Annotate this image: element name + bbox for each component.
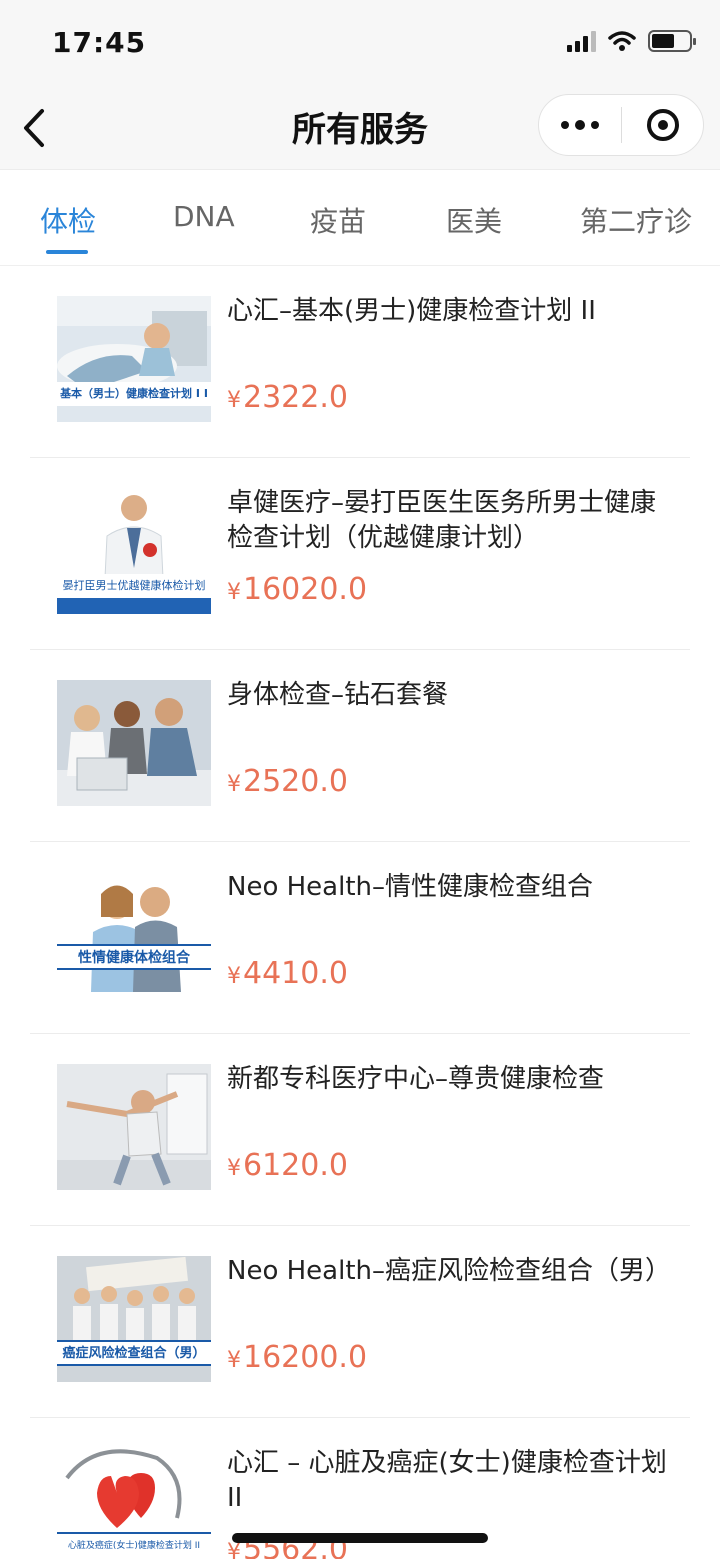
category-tabs: 体检 DNA 疫苗 医美 第二疗诊 [0,170,720,266]
service-list: 基本（男士）健康检查计划 I I 心汇–基本(男士)健康检查计划 II ¥232… [0,266,720,1559]
service-image: 性情健康体检组合 [57,872,211,998]
mini-program-capsule [538,94,704,156]
tab-physical-exam[interactable]: 体检 [40,200,96,240]
status-time: 17:45 [52,26,147,59]
service-title: 新都专科医疗中心–尊贵健康检查 [227,1064,605,1094]
tab-second-opinion[interactable]: 第二疗诊 [580,200,692,240]
list-item[interactable]: 晏打臣男士优越健康体检计划 卓健医疗–晏打臣医生医务所男士健康检查计划（优越健康… [30,458,690,650]
battery-icon [648,30,696,52]
status-bar: 17:45 [0,0,720,86]
target-icon [646,109,679,141]
tab-vaccine[interactable]: 疫苗 [310,200,366,240]
list-item[interactable]: 身体检查–钻石套餐 ¥2520.0 [30,650,690,842]
image-caption: 心脏及癌症(女士)健康检查计划 II [57,1532,211,1556]
tab-medical-beauty[interactable]: 医美 [446,200,502,240]
service-title: Neo Health–癌症风险检查组合（男） [227,1256,671,1286]
service-image: 心脏及癌症(女士)健康检查计划 II [57,1448,211,1559]
service-title: Neo Health–情性健康检查组合 [227,872,593,902]
service-price: ¥2322.0 [227,380,348,415]
service-title: 身体检查–钻石套餐 [227,680,449,710]
image-caption: 癌症风险检查组合（男） [57,1340,211,1366]
service-image: 癌症风险检查组合（男） [57,1256,211,1382]
service-title: 心汇–基本(男士)健康检查计划 II [227,296,596,326]
service-price: ¥2520.0 [227,764,348,799]
more-dot-icon [561,121,569,129]
home-indicator[interactable] [232,1533,488,1543]
more-dot-icon [591,121,599,129]
more-button[interactable] [539,95,621,155]
wifi-icon [608,31,636,51]
cellular-signal-icon [567,30,596,52]
service-price: ¥16020.0 [227,572,368,607]
service-title: 心汇 – 心脏及癌症(女士)健康检查计划 II [227,1448,667,1513]
close-mini-program-button[interactable] [622,95,703,155]
status-icons [567,30,696,52]
service-image [57,680,211,806]
list-item[interactable]: 性情健康体检组合 Neo Health–情性健康检查组合 ¥4410.0 [30,842,690,1034]
service-image: 基本（男士）健康检查计划 I I [57,296,211,422]
service-price: ¥4410.0 [227,956,348,991]
image-caption: 性情健康体检组合 [57,944,211,970]
service-price: ¥6120.0 [227,1148,348,1183]
tab-dna[interactable]: DNA [173,200,235,233]
service-title: 卓健医疗–晏打臣医生医务所男士健康检查计划（优越健康计划） [227,488,657,553]
service-image: 晏打臣男士优越健康体检计划 [57,488,211,614]
service-image [57,1064,211,1190]
image-caption: 晏打臣男士优越健康体检计划 [57,574,211,598]
image-caption: 基本（男士）健康检查计划 I I [57,382,211,406]
more-dot-icon [575,120,585,130]
service-price: ¥16200.0 [227,1340,368,1375]
nav-bar: 所有服务 [0,86,720,170]
active-tab-indicator [46,250,88,254]
list-item[interactable]: 癌症风险检查组合（男） Neo Health–癌症风险检查组合（男） ¥1620… [30,1226,690,1418]
list-item[interactable]: 基本（男士）健康检查计划 I I 心汇–基本(男士)健康检查计划 II ¥232… [30,266,690,458]
list-item[interactable]: 新都专科医疗中心–尊贵健康检查 ¥6120.0 [30,1034,690,1226]
